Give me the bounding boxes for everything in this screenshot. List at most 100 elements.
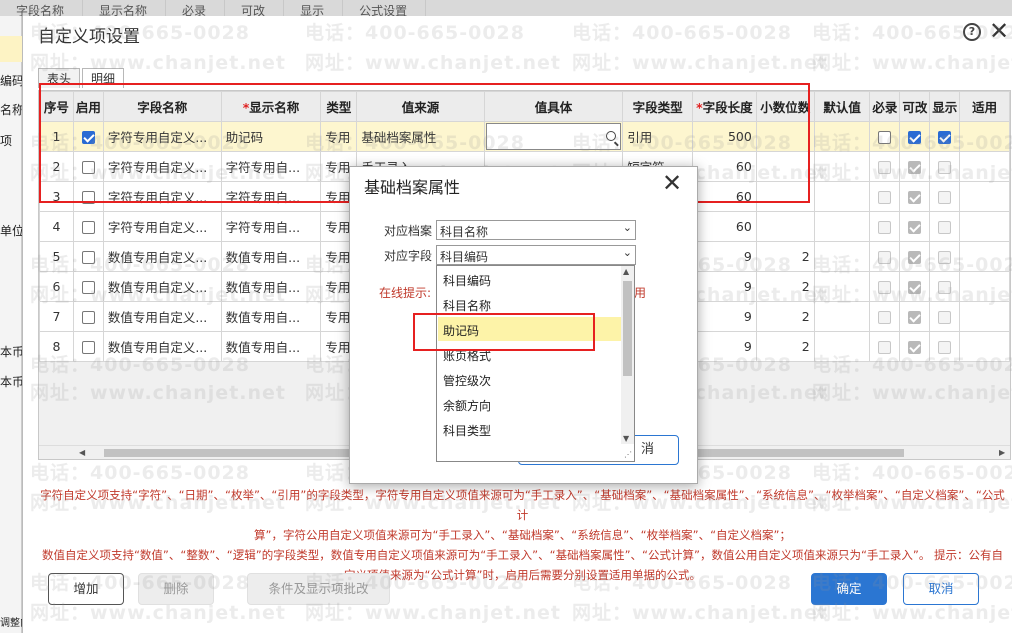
editable-checkbox[interactable]: [908, 191, 922, 204]
cell-applicable[interactable]: [959, 181, 1010, 212]
cell-enabled[interactable]: [72, 331, 104, 362]
dropdown-option[interactable]: 科目名称: [438, 292, 621, 316]
cell-editable[interactable]: [899, 331, 931, 362]
cell-editable[interactable]: [899, 211, 931, 242]
add-button[interactable]: 增加: [48, 573, 124, 605]
cell-required[interactable]: [869, 211, 901, 242]
tab-detail[interactable]: 明细: [82, 68, 125, 88]
editable-checkbox[interactable]: [908, 251, 922, 264]
cell-field-name[interactable]: 数值专用自定义...: [102, 331, 222, 362]
cell-value-detail[interactable]: [483, 121, 624, 152]
enabled-checkbox[interactable]: [81, 191, 95, 204]
required-checkbox[interactable]: [878, 221, 892, 234]
col-field-length[interactable]: *字段长度: [691, 91, 757, 122]
col-field-name[interactable]: 字段名称: [102, 91, 222, 122]
cell-enabled[interactable]: [72, 211, 104, 242]
cell-display[interactable]: [929, 271, 961, 302]
col-decimals[interactable]: 小数位数: [755, 91, 815, 122]
cell-applicable[interactable]: [959, 301, 1010, 332]
display-checkbox[interactable]: [938, 341, 952, 354]
cell-display-name[interactable]: 数值专用自...: [220, 301, 322, 332]
editable-checkbox[interactable]: [908, 311, 922, 324]
cell-default[interactable]: [813, 181, 871, 212]
value-detail-input[interactable]: [485, 123, 622, 150]
cell-decimals[interactable]: [755, 151, 815, 182]
cell-seq[interactable]: 4: [39, 211, 74, 242]
cell-editable[interactable]: [899, 301, 931, 332]
cell-applicable[interactable]: [959, 151, 1010, 182]
display-checkbox[interactable]: [938, 221, 952, 234]
cell-field-name[interactable]: 数值专用自定义...: [102, 301, 222, 332]
cell-applicable[interactable]: [959, 211, 1010, 242]
cell-enabled[interactable]: [72, 151, 104, 182]
cell-decimals[interactable]: [755, 121, 815, 152]
tab-header[interactable]: 表头: [38, 68, 81, 88]
cell-decimals[interactable]: 2: [755, 241, 815, 272]
cell-field-name[interactable]: 字符专用自定义...: [102, 151, 222, 182]
cell-display-name[interactable]: 字符专用自...: [220, 211, 322, 242]
cell-default[interactable]: [813, 241, 871, 272]
enabled-checkbox[interactable]: [81, 311, 95, 324]
cell-display[interactable]: [929, 121, 961, 152]
cell-seq[interactable]: 2: [39, 151, 74, 182]
required-checkbox[interactable]: [878, 341, 892, 354]
display-checkbox[interactable]: [938, 191, 952, 204]
cell-required[interactable]: [869, 121, 901, 152]
dropdown-option[interactable]: 科目编码: [438, 267, 621, 291]
cell-type[interactable]: 专用: [320, 121, 358, 152]
scroll-right-icon[interactable]: ▶: [999, 448, 1005, 457]
archive-select[interactable]: 科目名称 ⌄: [436, 220, 636, 240]
cell-required[interactable]: [869, 331, 901, 362]
cell-default[interactable]: [813, 271, 871, 302]
col-display[interactable]: 显示: [929, 91, 961, 122]
cell-seq[interactable]: 3: [39, 181, 74, 212]
col-value-source[interactable]: 值来源: [356, 91, 485, 122]
required-checkbox[interactable]: [878, 161, 892, 174]
enabled-checkbox[interactable]: [81, 281, 95, 294]
cell-required[interactable]: [869, 241, 901, 272]
cell-editable[interactable]: [899, 271, 931, 302]
col-applicable[interactable]: 适用: [959, 91, 1010, 122]
cell-required[interactable]: [869, 181, 901, 212]
dropdown-option[interactable]: 账页格式: [438, 342, 621, 366]
display-checkbox[interactable]: [938, 251, 952, 264]
cell-decimals[interactable]: 2: [755, 331, 815, 362]
cell-field-length[interactable]: 9: [691, 271, 757, 302]
cell-display-name[interactable]: 数值专用自...: [220, 241, 322, 272]
required-checkbox[interactable]: [878, 281, 892, 294]
cell-display-name[interactable]: 字符专用自...: [220, 181, 322, 212]
col-required[interactable]: 必录: [869, 91, 901, 122]
cell-enabled[interactable]: [72, 241, 104, 272]
cancel-button[interactable]: 取消: [903, 573, 979, 605]
editable-checkbox[interactable]: [908, 161, 922, 174]
cell-display[interactable]: [929, 301, 961, 332]
cell-field-length[interactable]: 9: [691, 331, 757, 362]
cell-editable[interactable]: [899, 241, 931, 272]
modal-close-icon[interactable]: ✕: [662, 169, 682, 197]
cell-default[interactable]: [813, 301, 871, 332]
cell-field-type[interactable]: 引用: [622, 121, 693, 152]
cell-seq[interactable]: 1: [39, 121, 74, 152]
cell-seq[interactable]: 7: [39, 301, 74, 332]
search-icon[interactable]: [606, 131, 617, 141]
required-checkbox[interactable]: [878, 311, 892, 324]
dropdown-option[interactable]: 科目类型: [438, 417, 621, 441]
cell-seq[interactable]: 6: [39, 271, 74, 302]
dropdown-scroll-thumb[interactable]: [623, 281, 632, 376]
required-checkbox[interactable]: [878, 191, 892, 204]
ok-button[interactable]: 确定: [811, 573, 887, 605]
display-checkbox[interactable]: [938, 161, 952, 174]
cell-display[interactable]: [929, 181, 961, 212]
cell-field-length[interactable]: 9: [691, 241, 757, 272]
cell-default[interactable]: [813, 121, 871, 152]
dropdown-scrollbar[interactable]: ▲ ▼: [621, 266, 634, 444]
col-value-detail[interactable]: 值具体: [483, 91, 624, 122]
dropdown-option[interactable]: 余额方向: [438, 392, 621, 416]
cell-seq[interactable]: 8: [39, 331, 74, 362]
batch-edit-button[interactable]: 条件及显示项批改: [247, 573, 390, 605]
cell-applicable[interactable]: [959, 241, 1010, 272]
scroll-up-icon[interactable]: ▲: [623, 267, 629, 276]
required-checkbox[interactable]: [878, 131, 892, 144]
cell-enabled[interactable]: [72, 121, 104, 152]
cell-display[interactable]: [929, 331, 961, 362]
